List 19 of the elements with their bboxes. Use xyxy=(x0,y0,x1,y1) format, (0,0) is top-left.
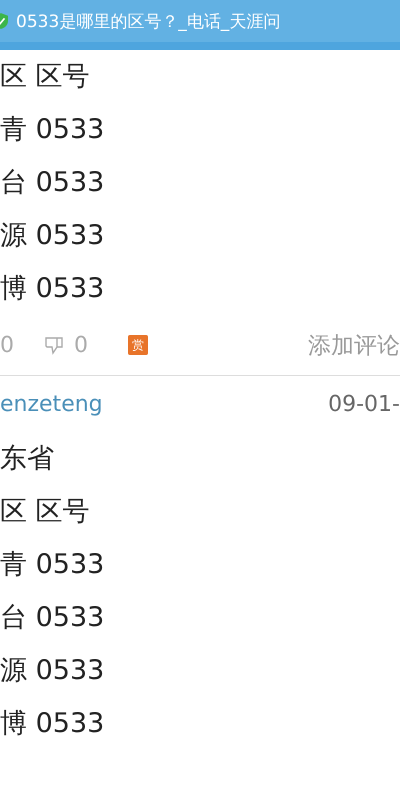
reward-button[interactable]: 赏 xyxy=(128,335,148,355)
answer-text-line: 源 0533 xyxy=(0,654,106,688)
answer-text-line: 青 0533 xyxy=(0,548,106,582)
author-link[interactable]: enzeteng xyxy=(0,392,103,416)
thumbs-down-icon[interactable] xyxy=(44,335,64,355)
add-comment-link[interactable]: 添加评论 xyxy=(308,330,400,360)
answer-text-line: 台 0533 xyxy=(0,601,106,635)
answer-text-line: 区 区号 xyxy=(0,495,91,529)
answer-date: 09-01- xyxy=(328,392,400,416)
page-title: 0533是哪里的区号？_电话_天涯问 xyxy=(16,10,280,32)
answer-text-line: 博 0533 xyxy=(0,707,106,741)
answer-text-line: 台 0533 xyxy=(0,166,106,200)
answer-text-line: 青 0533 xyxy=(0,113,106,147)
answer-text-line: 博 0533 xyxy=(0,272,106,306)
dislike-count[interactable]: 0 xyxy=(74,332,88,358)
like-count[interactable]: 0 xyxy=(0,332,14,358)
answer-text-line: 区 区号 xyxy=(0,60,91,94)
answer-text-line: 东省 xyxy=(0,442,55,476)
answer-text-line: 源 0533 xyxy=(0,219,106,253)
